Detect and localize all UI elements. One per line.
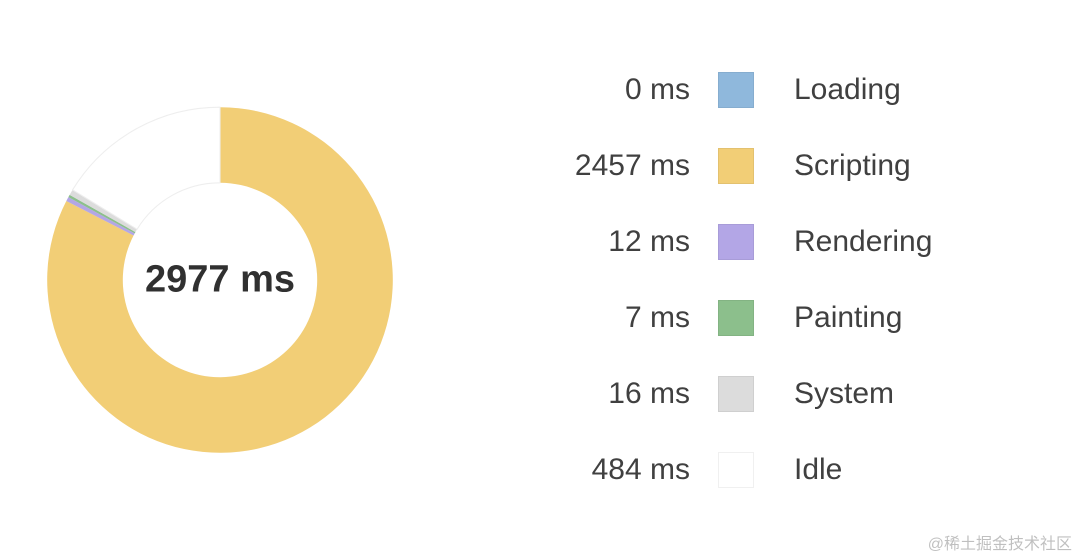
legend-label: System [794, 377, 894, 411]
legend-row-system: 16 ms System [500, 376, 932, 412]
legend-value: 16 ms [500, 377, 690, 411]
legend-swatch-loading [718, 72, 754, 108]
legend-row-painting: 7 ms Painting [500, 300, 932, 336]
legend-swatch-scripting [718, 148, 754, 184]
legend-swatch-rendering [718, 224, 754, 260]
legend: 0 ms Loading 2457 ms Scripting 12 ms Ren… [500, 72, 932, 488]
watermark: @稀土掘金技术社区 [928, 530, 1072, 554]
legend-label: Painting [794, 301, 902, 335]
legend-row-rendering: 12 ms Rendering [500, 224, 932, 260]
legend-swatch-system [718, 376, 754, 412]
legend-label: Loading [794, 73, 901, 107]
legend-label: Rendering [794, 225, 932, 259]
legend-value: 0 ms [500, 73, 690, 107]
legend-value: 484 ms [500, 453, 690, 487]
legend-row-scripting: 2457 ms Scripting [500, 148, 932, 184]
legend-value: 2457 ms [500, 149, 690, 183]
legend-swatch-idle [718, 452, 754, 488]
legend-label: Scripting [794, 149, 911, 183]
donut-total-label: 2977 ms [145, 259, 295, 302]
legend-swatch-painting [718, 300, 754, 336]
legend-label: Idle [794, 453, 842, 487]
legend-row-idle: 484 ms Idle [500, 452, 932, 488]
legend-value: 7 ms [500, 301, 690, 335]
legend-row-loading: 0 ms Loading [500, 72, 932, 108]
legend-value: 12 ms [500, 225, 690, 259]
donut-chart: 2977 ms [10, 70, 430, 490]
